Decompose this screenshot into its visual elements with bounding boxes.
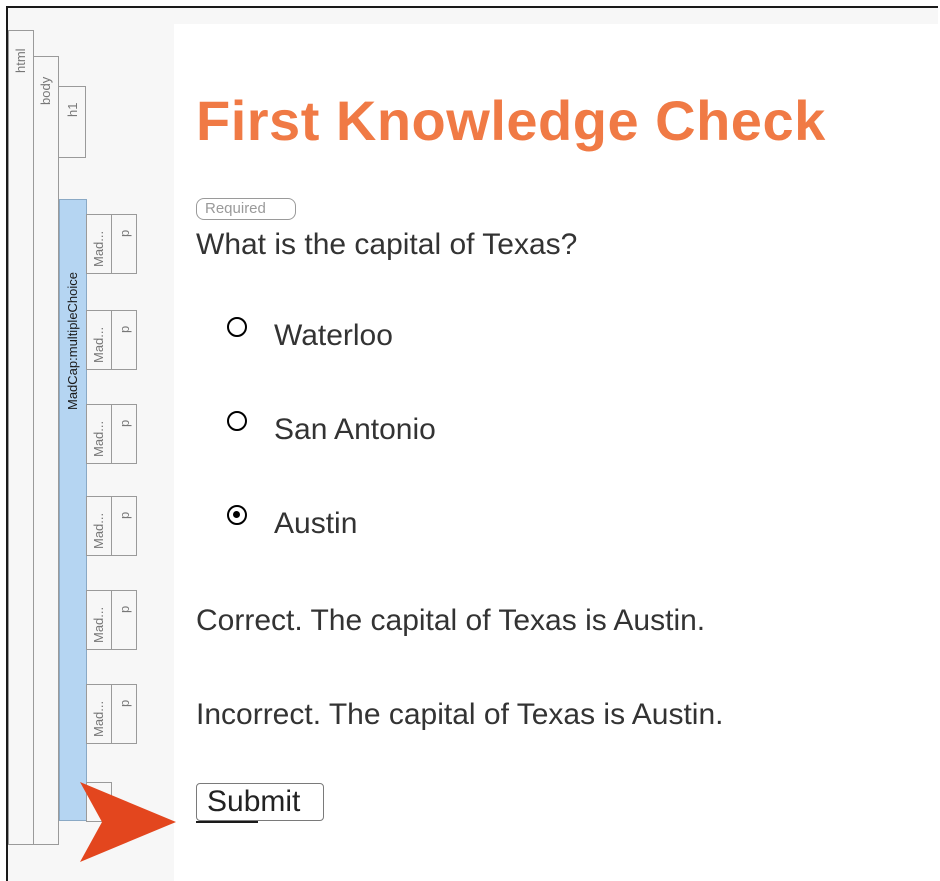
structure-bar-multiple-choice-label: MadCap:multipleChoice: [65, 271, 80, 410]
structure-bar-p-label: p: [117, 699, 132, 707]
structure-bar-madcap-label: Mad...: [91, 512, 106, 549]
structure-bar-madcap-label: Mad...: [91, 326, 106, 363]
structure-bar-p-3[interactable]: p: [111, 404, 137, 464]
structure-bar-p-5[interactable]: p: [111, 590, 137, 650]
page-title: First Knowledge Check: [196, 89, 826, 152]
required-badge: Required: [196, 198, 296, 220]
structure-bar-madcap-label: Mad...: [91, 230, 106, 267]
structure-bar-h1-label: h1: [65, 102, 80, 117]
structure-bar-madcap-6[interactable]: Mad...: [86, 684, 112, 744]
submit-button[interactable]: Submit: [196, 783, 324, 821]
option-label: Austin: [274, 507, 358, 540]
radio-button-selected[interactable]: [227, 505, 247, 525]
structure-bar-p-4[interactable]: p: [111, 496, 137, 556]
structure-bar-body-label: body: [38, 76, 53, 105]
incorrect-feedback: Incorrect. The capital of Texas is Austi…: [196, 698, 724, 731]
structure-bar-p-label: p: [117, 419, 132, 427]
structure-bar-madcap-5[interactable]: Mad...: [86, 590, 112, 650]
pointer-arrow-icon: [80, 782, 176, 862]
structure-bar-p-label: p: [117, 511, 132, 519]
structure-bar-madcap-label: Mad...: [91, 420, 106, 457]
structure-bar-madcap-4[interactable]: Mad...: [86, 496, 112, 556]
option-label: Waterloo: [274, 319, 393, 352]
structure-bar-h1[interactable]: h1: [58, 86, 86, 158]
structure-bar-madcap-label: Mad...: [91, 700, 106, 737]
structure-bar-p-label: p: [117, 229, 132, 237]
structure-bar-body[interactable]: body: [33, 56, 59, 845]
radio-button[interactable]: [227, 317, 247, 337]
structure-bar-p-label: p: [117, 605, 132, 613]
correct-feedback: Correct. The capital of Texas is Austin.: [196, 604, 706, 637]
structure-bar-html-label: html: [13, 48, 28, 73]
structure-bar-p-1[interactable]: p: [111, 214, 137, 274]
cursor-underline: [196, 821, 258, 823]
structure-bar-html[interactable]: html: [8, 30, 34, 845]
structure-bar-multiple-choice[interactable]: MadCap:multipleChoice: [59, 199, 87, 821]
structure-bar-madcap-3[interactable]: Mad...: [86, 404, 112, 464]
radio-button[interactable]: [227, 411, 247, 431]
structure-bar-madcap-2[interactable]: Mad...: [86, 310, 112, 370]
structure-bar-madcap-label: Mad...: [91, 606, 106, 643]
option-label: San Antonio: [274, 413, 436, 446]
structure-bar-p-label: p: [117, 325, 132, 333]
structure-bar-p-2[interactable]: p: [111, 310, 137, 370]
structure-bar-p-6[interactable]: p: [111, 684, 137, 744]
structure-bar-madcap-1[interactable]: Mad...: [86, 214, 112, 274]
question-text: What is the capital of Texas?: [196, 228, 578, 261]
